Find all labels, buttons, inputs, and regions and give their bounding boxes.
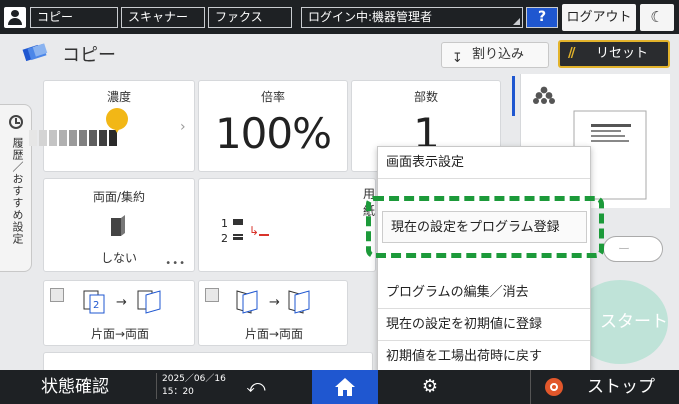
duplex-option-1-label: 片面→両面 bbox=[90, 327, 150, 341]
datetime: 2025／06／16 15：20 bbox=[156, 373, 226, 399]
two-sided-icon: → bbox=[233, 287, 319, 318]
duplex-option-2[interactable]: → 片面→両面 bbox=[198, 280, 348, 346]
duplex-label: 両面/集約 bbox=[92, 190, 146, 204]
copy-app-icon bbox=[22, 43, 48, 62]
paper-panel[interactable]: 用紙 1 2 ↳ bbox=[198, 178, 376, 272]
reset-label: リセット bbox=[596, 46, 649, 61]
option-checkbox[interactable] bbox=[205, 288, 219, 302]
menu-item-factory-reset[interactable]: 初期値を工場出荷時に戻す bbox=[378, 341, 590, 373]
history-tab-label: 履歴／おすすめ設定 bbox=[11, 137, 24, 245]
duplex-option-2-label: 片面→両面 bbox=[244, 327, 304, 341]
moon-icon[interactable]: ☾ bbox=[640, 4, 674, 31]
svg-text:1: 1 bbox=[221, 217, 228, 230]
status-check-button[interactable]: 状態確認 bbox=[0, 370, 150, 404]
svg-text:→: → bbox=[116, 295, 127, 310]
menu-item-set-defaults[interactable]: 現在の設定を初期値に登録 bbox=[378, 309, 590, 341]
tab-scanner[interactable]: スキャナー bbox=[121, 7, 205, 28]
clock-icon bbox=[9, 115, 23, 129]
menu-item-display-settings[interactable]: 画面表示設定 bbox=[378, 147, 590, 179]
home-button[interactable] bbox=[312, 370, 378, 404]
svg-text:↳: ↳ bbox=[249, 224, 259, 238]
back-icon[interactable]: ⤺ bbox=[232, 370, 280, 404]
home-icon bbox=[335, 378, 355, 396]
svg-text:2: 2 bbox=[221, 232, 228, 245]
bottom-bar: 状態確認 2025／06／16 15：20 ⤺ ⚙ ストップ bbox=[0, 370, 679, 404]
duplex-option-1[interactable]: 2 → 片面→両面 bbox=[43, 280, 195, 346]
highlight-box bbox=[366, 196, 604, 258]
duplex-page-icon bbox=[111, 215, 125, 236]
ratio-label: 倍率 bbox=[260, 90, 285, 104]
ratio-value: 100% bbox=[214, 109, 332, 158]
time-text: 15：20 bbox=[162, 387, 194, 397]
more-options-icon[interactable]: ••• bbox=[165, 258, 186, 269]
density-label: 濃度 bbox=[106, 90, 131, 104]
partial-row bbox=[43, 352, 373, 372]
stop-icon bbox=[545, 378, 563, 396]
density-marker-icon bbox=[106, 108, 128, 133]
date-text: 2025／06／16 bbox=[162, 374, 226, 384]
help-button[interactable]: ? bbox=[526, 7, 558, 28]
one-to-two-sided-icon: 2 → bbox=[80, 287, 166, 318]
context-menu: 画面表示設定 現在の設定をプログラム登録 プログラムの編集／消去 現在の設定を初… bbox=[377, 146, 591, 373]
interrupt-label: 割り込み bbox=[472, 47, 525, 62]
menu-item-edit-program[interactable]: プログラムの編集／消去 bbox=[378, 277, 590, 309]
interrupt-button[interactable]: ↧ 割り込み bbox=[441, 42, 549, 68]
svg-text:→: → bbox=[269, 295, 280, 310]
stop-label: ストップ bbox=[587, 377, 655, 397]
login-status[interactable]: ログイン中:機器管理者 bbox=[301, 7, 523, 28]
tab-fax[interactable]: ファクス bbox=[208, 7, 292, 28]
toner-icon bbox=[533, 86, 555, 104]
stop-button[interactable]: ストップ bbox=[530, 370, 679, 404]
reset-icon: // bbox=[568, 46, 575, 61]
divider bbox=[512, 76, 515, 116]
duplex-panel[interactable]: 両面/集約 しない ••• bbox=[43, 178, 195, 272]
reset-button[interactable]: // リセット bbox=[558, 40, 670, 68]
tab-copy[interactable]: コピー bbox=[30, 7, 118, 28]
paper-tray-icon: 1 2 ↳ bbox=[221, 217, 269, 245]
svg-text:2: 2 bbox=[93, 300, 99, 311]
settings-gear-icon[interactable]: ⚙ bbox=[406, 370, 454, 404]
preview-pill-button[interactable]: ー bbox=[603, 236, 663, 262]
chevron-right-icon: › bbox=[180, 119, 186, 135]
interrupt-icon: ↧ bbox=[452, 51, 463, 66]
page-title: コピー bbox=[62, 45, 116, 66]
login-status-text: ログイン中:機器管理者 bbox=[308, 10, 433, 24]
ratio-panel[interactable]: 倍率 100% bbox=[198, 80, 348, 172]
logout-button[interactable]: ログアウト bbox=[562, 4, 636, 31]
user-icon[interactable] bbox=[4, 7, 26, 28]
density-scale bbox=[29, 130, 123, 146]
corner-marker-icon bbox=[513, 18, 520, 25]
copies-label: 部数 bbox=[413, 90, 438, 104]
top-status-bar: コピー スキャナー ファクス ログイン中:機器管理者 ? ログアウト ☾ bbox=[0, 0, 679, 34]
option-checkbox[interactable] bbox=[50, 288, 64, 302]
history-tab[interactable]: 履歴／おすすめ設定 bbox=[0, 104, 32, 272]
